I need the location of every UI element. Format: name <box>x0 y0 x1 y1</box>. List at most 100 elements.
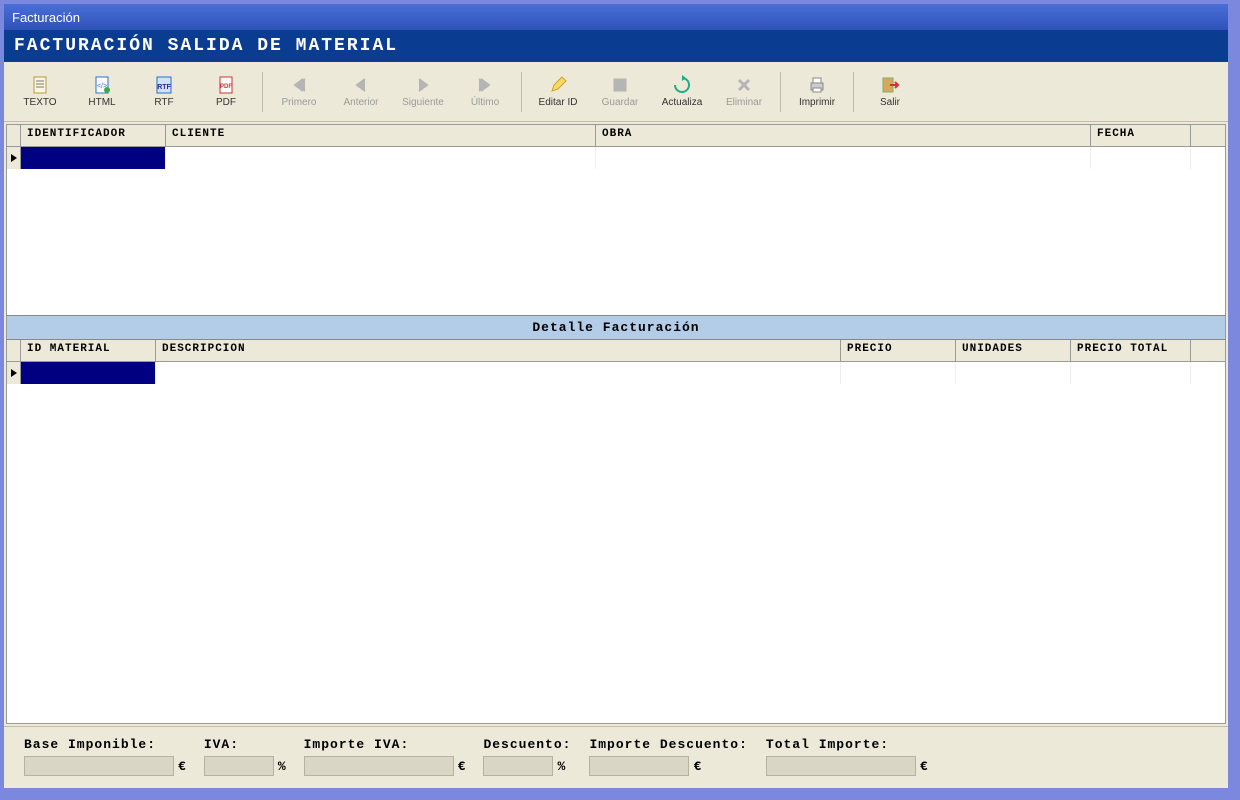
importe-iva-unit: € <box>458 759 466 774</box>
first-icon <box>289 75 309 95</box>
base-imponible-unit: € <box>178 759 186 774</box>
total-importe-group: Total Importe: € <box>766 737 928 776</box>
print-icon <box>807 75 827 95</box>
toolbar-rtf-label: RTF <box>154 97 173 108</box>
toolbar-separator <box>521 72 522 112</box>
detail-section-header: Detalle Facturación <box>7 315 1225 340</box>
doc-rtf-icon: RTF <box>154 75 174 95</box>
toolbar-separator <box>262 72 263 112</box>
descuento-input[interactable] <box>483 756 553 776</box>
svg-text:PDF: PDF <box>220 84 232 90</box>
toolbar-salir-button[interactable]: Salir <box>860 67 920 117</box>
iva-group: IVA: % <box>204 737 286 776</box>
grid-factura-row[interactable] <box>7 147 1225 169</box>
toolbar-separator <box>853 72 854 112</box>
iva-label: IVA: <box>204 737 286 752</box>
toolbar-guardar-label: Guardar <box>602 97 639 108</box>
toolbar-actualiza-button[interactable]: Actualiza <box>652 67 712 117</box>
grid-factura-col-obra[interactable]: OBRA <box>596 125 1091 146</box>
grid-factura-col-cliente[interactable]: CLIENTE <box>166 125 596 146</box>
grid-detalle: ID MATERIALDESCRIPCIONPRECIOUNIDADESPREC… <box>7 340 1225 723</box>
grid-detalle-col-id-material[interactable]: ID MATERIAL <box>21 340 156 361</box>
importe-descuento-input[interactable] <box>589 756 689 776</box>
toolbar-anterior-button: Anterior <box>331 67 391 117</box>
row-indicator-header <box>7 340 21 361</box>
toolbar-texto-button[interactable]: TEXTO <box>10 67 70 117</box>
total-importe-unit: € <box>920 759 928 774</box>
grid-detalle-cell[interactable] <box>956 362 1071 384</box>
grid-detalle-header-row: ID MATERIALDESCRIPCIONPRECIOUNIDADESPREC… <box>7 340 1225 362</box>
importe-iva-group: Importe IVA: € <box>304 737 466 776</box>
toolbar-pdf-label: PDF <box>216 97 236 108</box>
importe-descuento-group: Importe Descuento: € <box>589 737 747 776</box>
toolbar-html-label: HTML <box>88 97 115 108</box>
toolbar-siguiente-label: Siguiente <box>402 97 444 108</box>
grid-factura-col-fecha[interactable]: FECHA <box>1091 125 1191 146</box>
grid-factura-body[interactable] <box>7 147 1225 315</box>
last-icon <box>475 75 495 95</box>
exit-icon <box>880 75 900 95</box>
grid-detalle-cell[interactable] <box>21 362 156 384</box>
descuento-group: Descuento: % <box>483 737 571 776</box>
refresh-icon <box>672 75 692 95</box>
row-indicator-header <box>7 125 21 146</box>
grid-detalle-cell[interactable] <box>156 362 841 384</box>
toolbar-eliminar-label: Eliminar <box>726 97 762 108</box>
row-cursor-icon <box>7 362 21 384</box>
toolbar-primero-label: Primero <box>281 97 316 108</box>
total-importe-input[interactable] <box>766 756 916 776</box>
descuento-unit: % <box>557 759 565 774</box>
row-cursor-icon <box>7 147 21 169</box>
grid-detalle-cell[interactable] <box>841 362 956 384</box>
toolbar-texto-label: TEXTO <box>23 97 56 108</box>
toolbar-pdf-button[interactable]: PDF PDF <box>196 67 256 117</box>
save-icon <box>610 75 630 95</box>
toolbar-guardar-button: Guardar <box>590 67 650 117</box>
toolbar-salir-label: Salir <box>880 97 900 108</box>
base-imponible-input[interactable] <box>24 756 174 776</box>
edit-icon <box>548 75 568 95</box>
toolbar-html-button[interactable]: </> HTML <box>72 67 132 117</box>
toolbar-rtf-button[interactable]: RTF RTF <box>134 67 194 117</box>
prev-icon <box>351 75 371 95</box>
content-area: IDENTIFICADORCLIENTEOBRAFECHA Detalle Fa… <box>6 124 1226 724</box>
toolbar-imprimir-label: Imprimir <box>799 97 835 108</box>
window-title: Facturación <box>12 10 80 25</box>
doc-html-icon: </> <box>92 75 112 95</box>
toolbar-editar-button[interactable]: Editar ID <box>528 67 588 117</box>
doc-pdf-icon: PDF <box>216 75 236 95</box>
grid-factura-cell[interactable] <box>166 147 596 169</box>
toolbar-siguiente-button: Siguiente <box>393 67 453 117</box>
toolbar-primero-button: Primero <box>269 67 329 117</box>
grid-detalle-row[interactable] <box>7 362 1225 384</box>
toolbar-imprimir-button[interactable]: Imprimir <box>787 67 847 117</box>
grid-detalle-col-descripcion[interactable]: DESCRIPCION <box>156 340 841 361</box>
grid-factura-cell[interactable] <box>21 147 166 169</box>
toolbar-ultimo-button: Último <box>455 67 515 117</box>
grid-factura-cell[interactable] <box>596 147 1091 169</box>
toolbar-ultimo-label: Último <box>471 97 499 108</box>
window: Facturación FACTURACIÓN SALIDA DE MATERI… <box>0 0 1232 792</box>
titlebar[interactable]: Facturación <box>4 4 1228 30</box>
svg-text:RTF: RTF <box>157 84 171 91</box>
grid-factura-cell[interactable] <box>1091 147 1191 169</box>
toolbar-actualiza-label: Actualiza <box>662 97 703 108</box>
grid-factura-col-identificador[interactable]: IDENTIFICADOR <box>21 125 166 146</box>
importe-iva-input[interactable] <box>304 756 454 776</box>
doc-text-icon <box>30 75 50 95</box>
iva-input[interactable] <box>204 756 274 776</box>
delete-icon <box>734 75 754 95</box>
toolbar-editar-label: Editar ID <box>539 97 578 108</box>
importe-descuento-label: Importe Descuento: <box>589 737 747 752</box>
grid-detalle-cell[interactable] <box>1071 362 1191 384</box>
grid-detalle-col-precio[interactable]: PRECIO <box>841 340 956 361</box>
grid-detalle-col-precio-total[interactable]: PRECIO TOTAL <box>1071 340 1191 361</box>
toolbar-anterior-label: Anterior <box>343 97 378 108</box>
grid-factura: IDENTIFICADORCLIENTEOBRAFECHA <box>7 125 1225 315</box>
grid-detalle-col-unidades[interactable]: UNIDADES <box>956 340 1071 361</box>
importe-iva-label: Importe IVA: <box>304 737 466 752</box>
section-header: FACTURACIÓN SALIDA DE MATERIAL <box>4 30 1228 62</box>
grid-detalle-body[interactable] <box>7 362 1225 723</box>
base-imponible-label: Base Imponible: <box>24 737 186 752</box>
total-importe-label: Total Importe: <box>766 737 928 752</box>
